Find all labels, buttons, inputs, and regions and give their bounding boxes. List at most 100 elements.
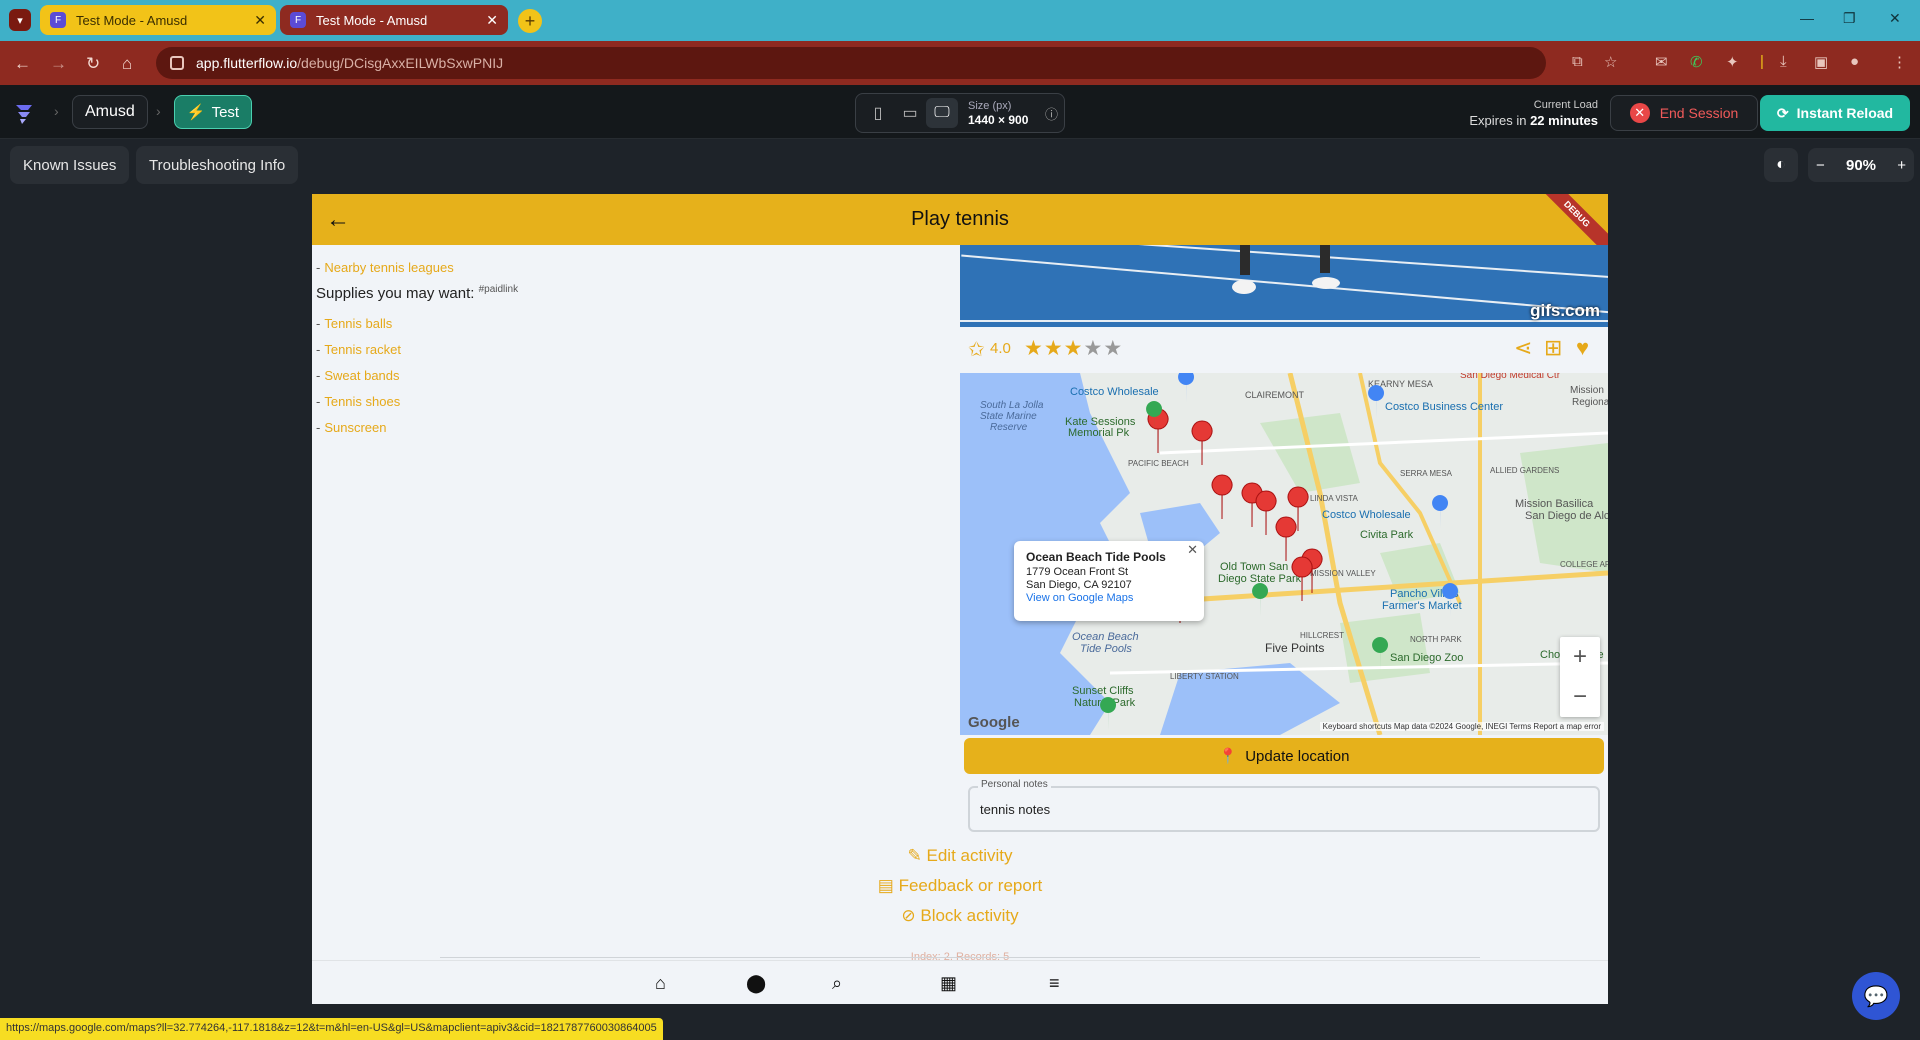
chat-support-icon[interactable]: 💬 — [1852, 972, 1900, 1020]
svg-text:South La Jolla: South La Jolla — [980, 400, 1044, 411]
view-on-google-maps-link[interactable]: View on Google Maps — [1026, 592, 1192, 605]
list-item: - Tennis racket — [316, 341, 401, 357]
test-mode-button[interactable]: ⚡ Test — [174, 95, 252, 129]
list-item: - Tennis balls — [316, 315, 393, 331]
svg-text:Civita Park: Civita Park — [1360, 529, 1414, 541]
feedback-link[interactable]: ▤ Feedback or report — [312, 876, 1608, 896]
restore-icon[interactable]: ❐ — [1843, 10, 1856, 27]
edit-activity-link[interactable]: ✎ Edit activity — [312, 846, 1608, 866]
page-title: Play tennis — [911, 208, 1009, 230]
close-icon[interactable]: ✕ — [486, 12, 498, 29]
update-location-button[interactable]: 📍 Update location — [964, 738, 1604, 774]
location-pin-icon[interactable]: ⬤ — [746, 973, 766, 994]
map-zoom-out-button[interactable]: − — [1560, 677, 1600, 717]
forward-icon[interactable]: → — [50, 54, 67, 74]
flutterflow-toolbar: › Amusd › ⚡ Test ▯ ▭ 🖵 Size (px) 1440 × … — [0, 85, 1920, 139]
home-icon[interactable]: ⌂ — [655, 973, 666, 994]
rating-row: ✩ 4.0 ★★★★★ ⋖ ⊞ ♥ — [960, 327, 1608, 367]
svg-text:Mission Basilica: Mission Basilica — [1515, 498, 1594, 510]
download-icon[interactable]: ⤓ — [1780, 53, 1787, 70]
svg-text:State Marine: State Marine — [980, 411, 1037, 422]
profile-avatar-icon[interactable]: ● — [1850, 53, 1859, 70]
block-activity-link[interactable]: ⊘ Block activity — [312, 906, 1608, 926]
svg-text:COLLEGE AREA: COLLEGE AREA — [1560, 560, 1608, 569]
open-external-icon[interactable]: ⧉ — [1572, 53, 1583, 70]
supply-link[interactable]: Tennis balls — [324, 316, 392, 331]
minimize-icon[interactable]: — — [1800, 10, 1814, 26]
desktop-device-icon[interactable]: 🖵 — [926, 98, 958, 128]
reload-icon[interactable]: ↻ — [86, 54, 100, 74]
share-icon[interactable]: ⋖ — [1514, 335, 1532, 361]
address-bar-row: ← → ↻ ⌂ app.flutterflow.io/debug/DCisgAx… — [0, 41, 1920, 85]
favorite-heart-icon[interactable]: ♥ — [1576, 335, 1589, 361]
url-field[interactable]: app.flutterflow.io/debug/DCisgAxxEILWbSx… — [156, 47, 1546, 79]
tennis-player-legs-image — [1232, 245, 1340, 294]
site-info-icon[interactable] — [170, 56, 184, 70]
tablet-device-icon[interactable]: ▭ — [894, 98, 926, 128]
zoom-in-button[interactable]: + — [1897, 157, 1906, 174]
nearby-leagues-link[interactable]: Nearby tennis leagues — [324, 260, 453, 275]
svg-text:Mission: Mission — [1570, 385, 1604, 396]
troubleshooting-info-button[interactable]: Troubleshooting Info — [136, 146, 299, 184]
star-icon: ★ — [1083, 337, 1104, 360]
supply-link[interactable]: Tennis shoes — [324, 394, 400, 409]
side-panel-icon[interactable]: ▣ — [1814, 53, 1828, 71]
svg-text:Memorial Pk: Memorial Pk — [1068, 427, 1130, 439]
flutterflow-favicon-icon: F — [50, 12, 66, 28]
map-info-window: ✕ Ocean Beach Tide Pools 1779 Ocean Fron… — [1014, 541, 1204, 621]
star-icon: ★ — [1043, 337, 1064, 360]
close-icon[interactable]: ✕ — [1187, 543, 1198, 556]
expires-value: 22 minutes — [1530, 113, 1598, 128]
end-session-button[interactable]: ✕ End Session — [1610, 95, 1758, 131]
phone-extension-icon[interactable]: ✆ — [1690, 53, 1703, 71]
google-map[interactable]: South La Jolla State Marine Reserve Cost… — [960, 373, 1608, 735]
close-icon[interactable]: ✕ — [254, 12, 266, 29]
more-menu-icon[interactable]: ⋮ — [1892, 53, 1907, 71]
bookmark-star-icon[interactable]: ☆ — [1604, 53, 1617, 71]
divider-icon: | — [1760, 53, 1764, 70]
star-rating-bar[interactable]: ★★★★★ — [1024, 336, 1123, 361]
personal-notes-field[interactable]: Personal notes tennis notes — [968, 779, 1600, 832]
info-title: Ocean Beach Tide Pools — [1026, 550, 1166, 564]
search-icon[interactable]: ⌕ — [832, 973, 842, 994]
mail-extension-icon[interactable]: ✉ — [1655, 53, 1668, 71]
instant-reload-button[interactable]: ⟳ Instant Reload — [1760, 95, 1910, 131]
paidlink-tag: #paidlink — [478, 284, 519, 295]
svg-text:LIBERTY STATION: LIBERTY STATION — [1170, 672, 1239, 681]
known-issues-button[interactable]: Known Issues — [10, 146, 130, 184]
svg-text:SERRA MESA: SERRA MESA — [1400, 469, 1453, 478]
add-box-icon[interactable]: ⊞ — [1544, 335, 1562, 361]
phone-device-icon[interactable]: ▯ — [862, 98, 894, 128]
block-icon: ⊘ — [901, 906, 916, 925]
tab-search-button[interactable]: ▾ — [9, 9, 31, 31]
map-attribution[interactable]: Keyboard shortcuts Map data ©2024 Google… — [1319, 722, 1604, 731]
calendar-icon[interactable]: ▦ — [940, 973, 957, 994]
zoom-out-button[interactable]: − — [1816, 157, 1825, 174]
flutterflow-logo-icon[interactable] — [12, 99, 40, 127]
edit-pencil-icon: ✎ — [907, 846, 922, 865]
close-window-icon[interactable]: ✕ — [1889, 10, 1901, 27]
notes-label: Personal notes — [978, 779, 1051, 790]
supply-link[interactable]: Sunscreen — [324, 420, 386, 435]
extensions-icon[interactable]: ✦ — [1726, 53, 1739, 71]
info-icon[interactable]: ⓘ — [1045, 104, 1058, 123]
new-tab-button[interactable]: + — [518, 9, 542, 33]
browser-tab[interactable]: F Test Mode - Amusd ✕ — [40, 5, 276, 35]
reload-icon: ⟳ — [1776, 104, 1789, 121]
svg-text:PACIFIC BEACH: PACIFIC BEACH — [1128, 459, 1189, 468]
map-zoom-in-button[interactable]: + — [1560, 637, 1600, 677]
feedback-icon: ▤ — [877, 876, 894, 895]
size-readout: Size (px) 1440 × 900 — [968, 99, 1028, 128]
menu-icon[interactable]: ≡ — [1049, 973, 1060, 994]
dark-mode-toggle-icon[interactable]: ◐ — [1764, 148, 1798, 182]
supply-link[interactable]: Tennis racket — [324, 342, 401, 357]
supply-link[interactable]: Sweat bands — [324, 368, 399, 383]
browser-tab-active[interactable]: F Test Mode - Amusd ✕ — [280, 5, 508, 35]
project-name-button[interactable]: Amusd — [72, 95, 148, 129]
info-address-line: San Diego, CA 92107 — [1026, 579, 1132, 591]
feedback-label: Feedback or report — [898, 876, 1043, 895]
back-icon[interactable]: ← — [14, 54, 31, 74]
map-zoom-control: + − — [1560, 637, 1600, 717]
home-icon[interactable]: ⌂ — [122, 54, 132, 74]
size-value: 1440 × 900 — [968, 112, 1029, 127]
